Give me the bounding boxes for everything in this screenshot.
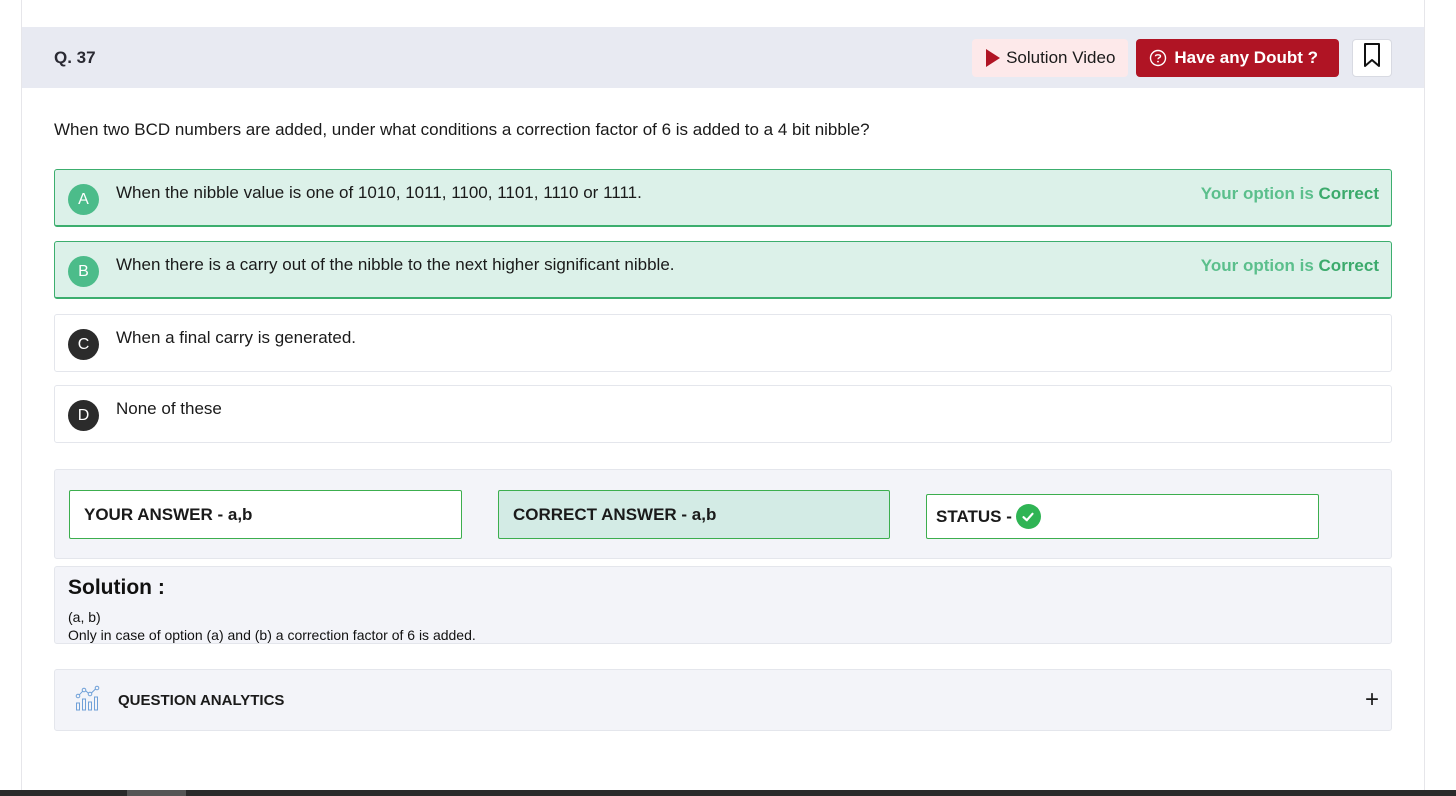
plus-icon[interactable]: + <box>1365 688 1379 712</box>
option-status: Your option is Correct <box>1200 184 1379 203</box>
option-c[interactable]: C When a final carry is generated. <box>54 314 1392 372</box>
analytics-label: QUESTION ANALYTICS <box>118 691 285 709</box>
solution-title: Solution : <box>68 576 165 599</box>
question-card: Q. 37 Solution Video Have any Doubt ? Wh… <box>21 0 1425 790</box>
option-b[interactable]: B When there is a carry out of the nibbl… <box>54 241 1392 299</box>
check-icon <box>1015 504 1041 529</box>
status-box: STATUS - <box>926 494 1319 539</box>
your-answer-text: YOUR ANSWER - a,b <box>84 504 253 524</box>
option-text: When a final carry is generated. <box>116 328 357 347</box>
your-answer-box: YOUR ANSWER - a,b <box>69 490 462 539</box>
solution-video-label: Solution Video <box>1006 47 1116 67</box>
horizontal-scrollbar[interactable] <box>0 790 1456 796</box>
have-doubt-label: Have any Doubt ? <box>1174 47 1318 67</box>
question-analytics-toggle[interactable]: QUESTION ANALYTICS + <box>54 669 1392 731</box>
header-actions: Solution Video Have any Doubt ? <box>972 38 1392 77</box>
question-number: Q. 37 <box>54 47 96 67</box>
option-a[interactable]: A When the nibble value is one of 1010, … <box>54 169 1392 227</box>
option-text: When there is a carry out of the nibble … <box>116 255 675 274</box>
option-d[interactable]: D None of these <box>54 385 1392 443</box>
solution-panel: Solution : (a, b) Only in case of option… <box>54 566 1392 644</box>
option-letter: B <box>68 256 99 287</box>
solution-explanation: Only in case of option (a) and (b) a cor… <box>68 627 476 643</box>
bookmark-button[interactable] <box>1352 38 1392 77</box>
scrollbar-thumb[interactable] <box>127 790 186 796</box>
bookmark-icon <box>1363 42 1381 73</box>
solution-answer: (a, b) <box>68 609 101 625</box>
analytics-icon <box>74 684 102 717</box>
answer-summary-panel: YOUR ANSWER - a,b CORRECT ANSWER - a,b S… <box>54 469 1392 559</box>
question-text: When two BCD numbers are added, under wh… <box>54 120 870 139</box>
option-letter: A <box>68 184 99 215</box>
correct-answer-box: CORRECT ANSWER - a,b <box>498 490 890 539</box>
status-label: STATUS - <box>936 506 1012 526</box>
option-text: When the nibble value is one of 1010, 10… <box>116 183 642 202</box>
question-header: Q. 37 Solution Video Have any Doubt ? <box>22 27 1424 88</box>
option-letter: D <box>68 400 99 431</box>
play-icon <box>986 48 1001 67</box>
correct-answer-text: CORRECT ANSWER - a,b <box>513 504 717 524</box>
solution-video-button[interactable]: Solution Video <box>972 38 1129 77</box>
option-text: None of these <box>116 399 222 418</box>
doubt-icon <box>1149 49 1167 67</box>
option-status: Your option is Correct <box>1200 256 1379 275</box>
have-doubt-button[interactable]: Have any Doubt ? <box>1136 38 1339 77</box>
option-letter: C <box>68 329 99 360</box>
